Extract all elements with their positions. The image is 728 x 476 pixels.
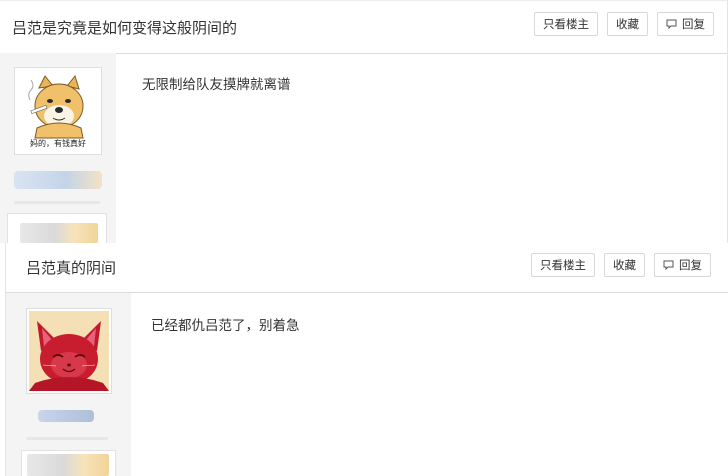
favorite-label: 收藏 bbox=[613, 258, 636, 272]
red-cat-avatar-image bbox=[29, 311, 109, 391]
thread-header: 吕范真的阴间 只看楼主 收藏 回复 bbox=[6, 243, 728, 293]
badge-image bbox=[20, 223, 98, 243]
post-panel-1: 吕范是究竟是如何变得这般阴间的 只看楼主 收藏 回复 妈的，有钱真好 无限制给队… bbox=[0, 0, 728, 243]
avatar-caption: 妈的，有钱真好 bbox=[30, 138, 86, 148]
only-op-button[interactable]: 只看楼主 bbox=[531, 253, 595, 277]
thread-header: 吕范是究竟是如何变得这般阴间的 只看楼主 收藏 回复 bbox=[0, 0, 727, 54]
only-op-label: 只看楼主 bbox=[543, 17, 589, 31]
doge-avatar-image: 妈的，有钱真好 bbox=[17, 70, 99, 152]
avatar[interactable] bbox=[26, 308, 112, 394]
badge-image bbox=[27, 454, 109, 476]
post-panel-2: 吕范真的阴间 只看楼主 收藏 回复 已经都仇吕范了，别着急 bbox=[5, 243, 728, 476]
post-content: 无限制给队友摸牌就离谱 bbox=[142, 77, 291, 93]
avatar[interactable]: 妈的，有钱真好 bbox=[14, 67, 102, 155]
reply-button[interactable]: 回复 bbox=[657, 12, 714, 36]
reply-label: 回复 bbox=[679, 258, 702, 272]
author-sidebar: 妈的，有钱真好 bbox=[0, 53, 116, 243]
author-sidebar bbox=[6, 293, 131, 476]
post-content: 已经都仇吕范了，别着急 bbox=[151, 318, 300, 334]
level-bar bbox=[26, 437, 108, 440]
favorite-button[interactable]: 收藏 bbox=[604, 253, 645, 277]
only-op-label: 只看楼主 bbox=[540, 258, 586, 272]
speech-bubble-icon bbox=[666, 19, 677, 29]
only-op-button[interactable]: 只看楼主 bbox=[534, 12, 598, 36]
username-link[interactable] bbox=[14, 171, 102, 189]
favorite-button[interactable]: 收藏 bbox=[607, 12, 648, 36]
post-actions: 只看楼主 收藏 回复 bbox=[534, 12, 714, 36]
reply-label: 回复 bbox=[682, 17, 705, 31]
thread-title: 吕范是究竟是如何变得这般阴间的 bbox=[12, 19, 238, 37]
user-badge bbox=[21, 450, 116, 476]
username-link[interactable] bbox=[38, 410, 94, 422]
speech-bubble-icon bbox=[663, 260, 674, 270]
post-actions: 只看楼主 收藏 回复 bbox=[531, 253, 711, 277]
thread-title: 吕范真的阴间 bbox=[26, 259, 117, 277]
reply-button[interactable]: 回复 bbox=[654, 253, 711, 277]
favorite-label: 收藏 bbox=[616, 17, 639, 31]
user-badge bbox=[7, 213, 107, 243]
level-bar bbox=[14, 201, 100, 204]
